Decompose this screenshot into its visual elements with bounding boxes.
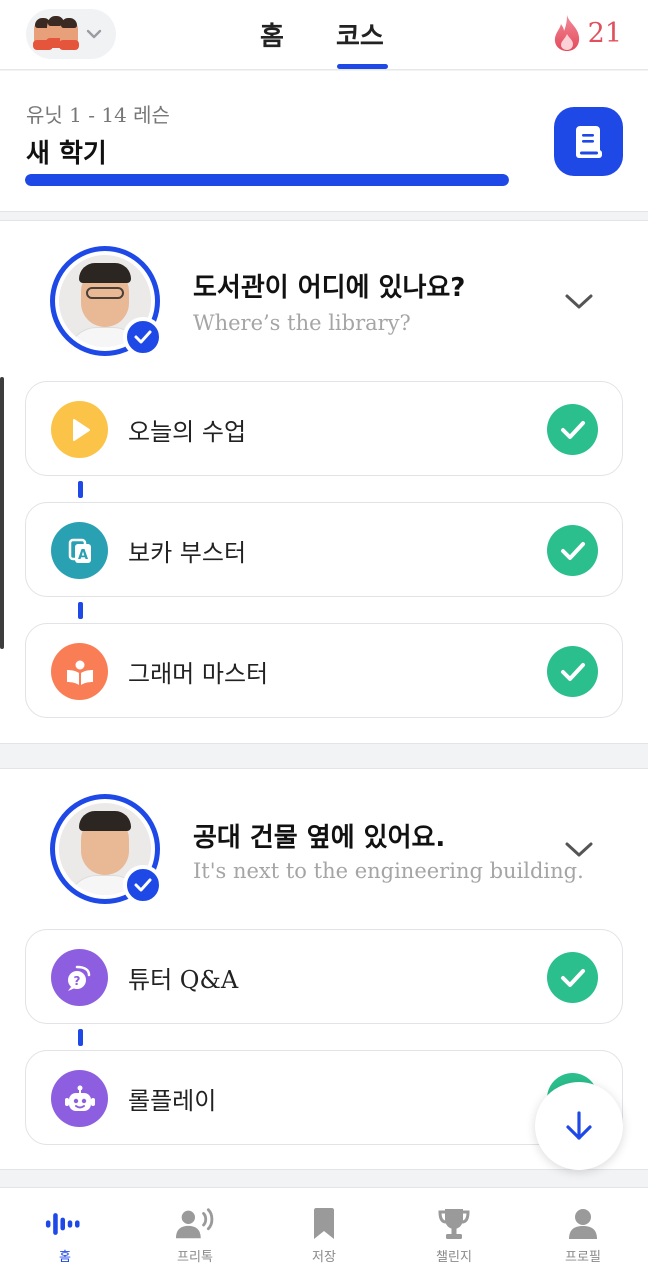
check-icon — [547, 525, 598, 576]
tutor-switcher[interactable] — [26, 9, 116, 59]
book-icon — [575, 125, 602, 158]
nav-label: 홈 — [59, 1250, 71, 1265]
streak-count: 21 — [587, 17, 622, 49]
nav-label: 프로필 — [565, 1250, 601, 1265]
tab-course[interactable]: 코스 — [336, 16, 384, 53]
chevron-down-icon — [86, 29, 102, 39]
nav-label: 챌린지 — [436, 1250, 472, 1265]
lesson-subtitle: It's next to the engineering building. — [193, 859, 584, 883]
nav-profile[interactable]: 프로필 — [518, 1188, 648, 1272]
activity-grammar-master[interactable]: 그래머 마스터 — [25, 623, 623, 718]
lesson-title: 공대 건물 옆에 있어요. — [193, 823, 446, 853]
lesson-card: 도서관이 어디에 있나요? Where’s the library? 오늘의 수… — [0, 220, 648, 744]
unit-subtitle: 유닛 1 - 14 레슨 — [26, 103, 170, 127]
scroll-down-button[interactable] — [535, 1082, 623, 1170]
nav-saved[interactable]: 저장 — [259, 1188, 389, 1272]
activity-roleplay[interactable]: 롤플레이 — [25, 1050, 623, 1145]
tab-home[interactable]: 홈 — [260, 16, 284, 53]
vocab-card-icon: A — [51, 522, 108, 579]
nav-freetalk[interactable]: 프리톡 — [130, 1188, 260, 1272]
trophy-icon — [434, 1206, 474, 1242]
unit-title: 새 학기 — [26, 139, 107, 169]
activity-connector — [78, 1029, 83, 1046]
svg-text:?: ? — [73, 974, 80, 988]
question-bubble-icon: ? — [51, 949, 108, 1006]
nav-label: 저장 — [312, 1250, 336, 1265]
flame-icon — [554, 15, 579, 51]
activity-connector — [78, 481, 83, 498]
course-screen: 홈 코스 21 유닛 1 - 14 레슨 새 학기 도서관이 어디에 있나요? … — [0, 0, 648, 1272]
tutor-avatar[interactable] — [50, 246, 163, 357]
nav-label: 프리톡 — [177, 1250, 213, 1265]
activity-label: 그래머 마스터 — [128, 660, 269, 688]
nav-home[interactable]: 홈 — [0, 1188, 130, 1272]
book-button[interactable] — [554, 107, 623, 176]
active-tab-indicator — [337, 64, 388, 69]
activity-label: 롤플레이 — [128, 1087, 217, 1115]
check-badge-icon — [123, 317, 163, 357]
activity-label: 오늘의 수업 — [128, 418, 247, 446]
top-bar: 홈 코스 21 — [0, 0, 648, 70]
activity-tutor-qa[interactable]: ? 튜터 Q&A — [25, 929, 623, 1024]
tutor-avatar[interactable] — [50, 794, 163, 905]
check-icon — [547, 404, 598, 455]
streak-counter[interactable]: 21 — [552, 14, 622, 52]
arrow-down-icon — [566, 1111, 592, 1140]
check-icon — [547, 952, 598, 1003]
nav-challenge[interactable]: 챌린지 — [389, 1188, 519, 1272]
group-avatar-icon — [33, 16, 79, 52]
scroll-handle[interactable] — [0, 377, 4, 649]
activity-label: 보카 부스터 — [128, 539, 247, 567]
bottom-navigation: 홈 프리톡 저장 챌린지 프로필 — [0, 1187, 648, 1272]
lesson-title: 도서관이 어디에 있나요? — [193, 273, 466, 303]
chevron-down-icon[interactable] — [563, 291, 595, 311]
activity-connector — [78, 602, 83, 619]
voice-wave-icon — [45, 1206, 85, 1242]
unit-progress-fill — [25, 174, 509, 186]
unit-progress-bar — [25, 174, 509, 186]
chevron-down-icon[interactable] — [563, 839, 595, 859]
play-icon — [51, 401, 108, 458]
activity-voca-booster[interactable]: A 보카 부스터 — [25, 502, 623, 597]
check-badge-icon — [123, 865, 163, 905]
person-icon — [563, 1206, 603, 1242]
open-book-icon — [51, 643, 108, 700]
unit-header: 유닛 1 - 14 레슨 새 학기 — [0, 71, 648, 212]
robot-icon — [51, 1070, 108, 1127]
activity-label: 튜터 Q&A — [128, 966, 239, 994]
check-icon — [547, 646, 598, 697]
lesson-subtitle: Where’s the library? — [193, 311, 411, 335]
bookmark-icon — [304, 1206, 344, 1242]
activity-today-lesson[interactable]: 오늘의 수업 — [25, 381, 623, 476]
svg-text:A: A — [77, 548, 87, 563]
speaker-person-icon — [175, 1206, 215, 1242]
